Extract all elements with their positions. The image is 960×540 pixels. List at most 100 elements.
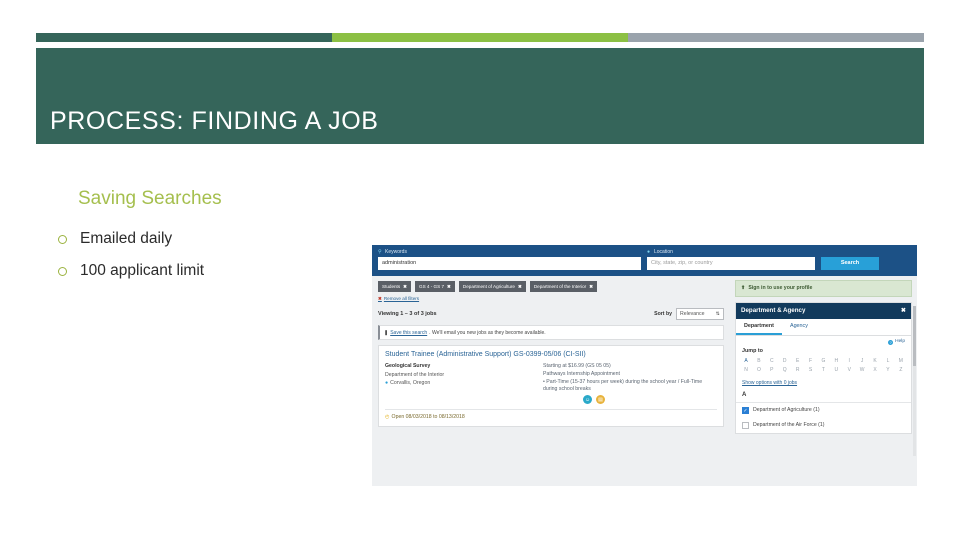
filter-option-row[interactable]: Department of the Air Force (1) xyxy=(736,418,911,433)
alpha-link[interactable]: Q xyxy=(781,367,789,373)
alpha-link[interactable]: B xyxy=(755,358,763,364)
alpha-link[interactable]: S xyxy=(807,367,815,373)
alpha-link[interactable]: K xyxy=(871,358,879,364)
job-salary: Starting at $16.99 (GS 05 05) xyxy=(543,363,611,370)
alpha-link[interactable]: F xyxy=(807,358,815,364)
filter-option-label: Department of Agriculture (1) xyxy=(753,407,820,414)
department-agency-panel: Department & Agency ✖ Department Agency … xyxy=(735,301,912,435)
alpha-link[interactable]: D xyxy=(781,358,789,364)
search-header: ⚲ Keywords administration ● Location Cit… xyxy=(372,245,917,277)
filter-option-row[interactable]: ✓ Department of Agriculture (1) xyxy=(736,403,911,418)
filter-chip-label: Department of the Interior xyxy=(533,283,587,289)
alpha-link[interactable]: V xyxy=(845,367,853,373)
bullet-icon xyxy=(58,234,67,244)
help-icon: ? xyxy=(888,339,894,345)
close-icon[interactable]: ✖ xyxy=(447,284,451,290)
map-pin-icon: ● xyxy=(385,380,389,387)
accent-strip-gray xyxy=(628,33,924,42)
sort-value: Relevance xyxy=(680,310,705,317)
job-left-column: Geological Survey Department of the Inte… xyxy=(385,363,535,404)
alpha-link[interactable]: T xyxy=(819,367,827,373)
job-department: Department of the Interior xyxy=(385,371,445,378)
job-title-link[interactable]: Student Trainee (Administrative Support)… xyxy=(385,351,717,360)
location-input[interactable]: City, state, zip, or country xyxy=(647,257,815,271)
filter-chip[interactable]: Department of Agriculture ✖ xyxy=(458,281,526,292)
upload-icon: ⬆ xyxy=(741,285,746,292)
job-location: ● Corvallis, Oregon xyxy=(385,380,535,387)
sort-control: Sort by Relevance ⇅ xyxy=(654,307,724,321)
panel-title: Department & Agency xyxy=(741,306,806,314)
filter-chip[interactable]: Department of the Interior ✖ xyxy=(529,281,598,292)
alpha-link[interactable]: P xyxy=(768,367,776,373)
close-icon[interactable]: ✖ xyxy=(589,284,593,290)
screenshot-body: Students ✖ GS 4 - GS 7 ✖ Department of A… xyxy=(372,276,917,487)
slide-content: Saving Searches Emailed daily 100 applic… xyxy=(58,188,358,294)
bullet-label: Emailed daily xyxy=(80,230,173,247)
letter-group-heading: A xyxy=(736,391,911,404)
close-icon[interactable]: ✖ xyxy=(518,284,522,290)
show-options-link[interactable]: Show options with 0 jobs xyxy=(736,376,911,390)
remove-all-filters-label: Remove all filters xyxy=(383,295,420,301)
panel-header: Department & Agency ✖ xyxy=(736,302,911,319)
alpha-link[interactable]: L xyxy=(884,358,892,364)
alpha-link[interactable]: Y xyxy=(884,367,892,373)
alpha-link[interactable]: J xyxy=(858,358,866,364)
help-link[interactable]: ? Help xyxy=(736,336,911,346)
alpha-link[interactable]: I xyxy=(845,358,853,364)
results-header: Viewing 1 – 3 of 3 jobs Sort by Relevanc… xyxy=(378,307,724,321)
alpha-link[interactable]: O xyxy=(755,367,763,373)
bullet-icon xyxy=(58,266,67,276)
job-location-label: Corvallis, Oregon xyxy=(390,380,431,387)
sidebar-scrollbar[interactable] xyxy=(913,306,916,457)
keywords-group: ⚲ Keywords administration xyxy=(378,248,641,271)
tab-department[interactable]: Department xyxy=(736,319,782,336)
search-input[interactable]: administration xyxy=(378,257,641,271)
alpha-link[interactable]: G xyxy=(819,358,827,364)
document-badge-icon: ▤ xyxy=(596,395,605,405)
alpha-link[interactable]: C xyxy=(768,358,776,364)
remove-all-filters-link[interactable]: ✖ Remove all filters xyxy=(378,296,724,302)
alpha-link[interactable]: U xyxy=(832,367,840,373)
alpha-link[interactable]: X xyxy=(871,367,879,373)
job-open-period: ◴ Open 08/03/2018 to 08/13/2018 xyxy=(385,409,717,421)
save-search-link[interactable]: Save this search xyxy=(390,330,427,336)
location-group: ● Location City, state, zip, or country xyxy=(647,249,815,271)
alpha-link[interactable]: N xyxy=(742,367,750,373)
alpha-link[interactable]: A xyxy=(742,358,750,364)
alpha-index-row-1: A B C D E F G H I J K L M xyxy=(736,358,911,367)
alpha-link[interactable]: Z xyxy=(897,367,905,373)
job-result-card[interactable]: Student Trainee (Administrative Support)… xyxy=(378,345,724,427)
signin-notice[interactable]: ⬆ Sign in to use your profile xyxy=(735,280,912,297)
tab-agency[interactable]: Agency xyxy=(782,319,816,336)
page-title: PROCESS: FINDING A JOB xyxy=(50,107,379,135)
help-label: Help xyxy=(895,339,905,345)
jump-to-label: Jump to xyxy=(742,348,763,355)
alpha-link[interactable]: W xyxy=(858,367,866,373)
sort-select[interactable]: Relevance ⇅ xyxy=(676,307,724,321)
checkbox-checked-icon[interactable]: ✓ xyxy=(742,407,749,415)
close-icon[interactable]: ✖ xyxy=(901,307,906,315)
subheading: Saving Searches xyxy=(78,188,222,209)
scrollbar-thumb[interactable] xyxy=(913,306,916,367)
filter-chip-label: Students xyxy=(382,283,401,289)
filter-sidebar: ⬆ Sign in to use your profile Department… xyxy=(730,276,917,486)
search-button[interactable]: Search xyxy=(821,257,879,271)
map-pin-icon: ● xyxy=(647,248,651,255)
close-icon[interactable]: ✖ xyxy=(403,284,407,290)
checkbox-icon[interactable] xyxy=(742,422,749,430)
accent-strip-green xyxy=(332,33,628,42)
signin-label: Sign in to use your profile xyxy=(748,285,813,292)
list-item: 100 applicant limit xyxy=(58,262,358,280)
alpha-link[interactable]: M xyxy=(897,358,905,364)
filter-chip[interactable]: GS 4 - GS 7 ✖ xyxy=(415,281,455,292)
job-agency: Geological Survey xyxy=(385,363,431,370)
alpha-link[interactable]: R xyxy=(794,367,802,373)
job-right-column: Starting at $16.99 (GS 05 05) Pathways I… xyxy=(543,363,703,405)
filter-chip[interactable]: Students ✖ xyxy=(378,281,411,292)
search-icon: ⚲ xyxy=(378,248,382,255)
location-label-row: ● Location xyxy=(647,249,815,255)
alpha-link[interactable]: E xyxy=(794,358,802,364)
sort-label: Sort by xyxy=(654,310,672,317)
alpha-link[interactable]: H xyxy=(832,358,840,364)
job-schedule: • Part-Time (15-37 hours per week) durin… xyxy=(543,379,703,392)
